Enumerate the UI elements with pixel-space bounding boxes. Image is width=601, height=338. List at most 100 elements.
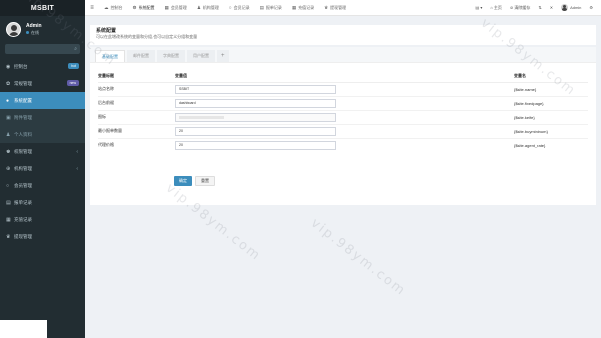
sidebar-item-members[interactable]: ○ 会员管理: [0, 177, 85, 194]
cloud-icon: ☁: [104, 4, 109, 10]
home-link[interactable]: ⌂ 主页: [486, 5, 506, 11]
add-tab-button[interactable]: +: [217, 50, 229, 62]
content-header: 系统配置 可以在此增改系统的变量和分组,也可以自定义分组和变量: [90, 25, 596, 45]
tab-label: 会员记录: [233, 4, 250, 10]
table-icon: ▦: [164, 4, 169, 10]
row-var-name: {$site.name}: [512, 81, 588, 96]
reset-button[interactable]: 重置: [195, 176, 215, 186]
chevron-left-icon: ‹: [76, 165, 78, 172]
tab-member-records[interactable]: ○ 会员记录: [224, 0, 255, 16]
sidebar-item-system-config[interactable]: ● 系统配置: [0, 92, 85, 109]
user-status: 在线: [26, 30, 42, 36]
gear-icon[interactable]: ⚙: [585, 5, 597, 10]
file-icon: ▣: [6, 114, 11, 121]
sidebar-item-organizations[interactable]: ⊕ 机构管理 ‹: [0, 160, 85, 177]
sidebar-search-input[interactable]: ⌕: [5, 44, 80, 54]
tab-label: 会员管理: [170, 4, 187, 10]
sidebar-item-label: 个人资料: [14, 131, 32, 137]
sidebar-item-general[interactable]: ✿ 常规管理 new: [0, 75, 85, 92]
sidebar-item-profile[interactable]: ♟ 个人资料: [0, 126, 85, 143]
config-tabs: 基础配置 邮件配置 字典配置 用户配置 +: [90, 47, 596, 63]
agent-price-input[interactable]: 20: [175, 140, 336, 150]
admin-prefix-input[interactable]: dashboard: [175, 98, 336, 108]
icon-image-input[interactable]: [175, 112, 336, 122]
tab-member-management[interactable]: ▦ 会员管理: [160, 0, 192, 16]
row-var-name: {$site.fixedpage}: [512, 95, 588, 110]
tabs-dropdown-button[interactable]: ▤ ▾: [471, 5, 486, 10]
sidebar-item-orders[interactable]: ▤ 报单记录: [0, 194, 85, 211]
sidebar-item-attachments[interactable]: ▣ 附件管理: [0, 109, 85, 126]
cogs-icon: ✿: [6, 80, 11, 87]
tab-order-records[interactable]: ▤ 报单记录: [255, 0, 287, 16]
dashboard-icon: ◉: [6, 63, 11, 70]
new-badge: new: [66, 80, 79, 86]
tab-dashboard[interactable]: ☁ 控制台: [99, 0, 128, 16]
user-icon: ♟: [196, 4, 201, 10]
tab-basic-config[interactable]: 基础配置: [95, 50, 125, 62]
group-icon: ♚: [6, 148, 11, 155]
sidebar-toggle-button[interactable]: ≡: [85, 5, 99, 11]
sidebar-item-label: 提现管理: [14, 233, 32, 239]
tab-recharge-records[interactable]: ▦ 充值记录: [287, 0, 319, 16]
user-menu[interactable]: Admin: [557, 4, 585, 11]
tab-system-config[interactable]: ⚙ 系统配置: [128, 0, 160, 16]
sidebar-item-label: 控制台: [14, 63, 28, 69]
money-icon: ▦: [291, 4, 297, 10]
avatar: [6, 21, 21, 37]
confirm-button[interactable]: 确定: [174, 176, 192, 186]
circle-icon: ⊕: [6, 165, 11, 172]
tab-label: 控制台: [110, 4, 123, 10]
user-icon: ♟: [6, 131, 11, 138]
sidebar-item-label: 常规管理: [14, 80, 32, 86]
sidebar-item-dashboard[interactable]: ◉ 控制台 hot: [0, 58, 85, 75]
translate-icon[interactable]: ⇅: [534, 5, 545, 10]
tab-user-config[interactable]: 用户配置: [187, 50, 215, 62]
search-icon[interactable]: ⌕: [74, 46, 77, 52]
sidebar-item-permissions[interactable]: ♚ 权限管理 ‹: [0, 143, 85, 160]
users-icon: ♛: [6, 233, 11, 240]
admin-name: Admin: [570, 5, 582, 10]
table-row: 最小报单数量 20 {$site.buymininum}: [98, 123, 588, 138]
brand-logo[interactable]: MSBIT: [0, 0, 85, 16]
min-order-input[interactable]: 20: [175, 126, 336, 136]
money-icon: ▦: [6, 216, 11, 223]
list-icon: ▤: [6, 199, 11, 206]
fullscreen-icon[interactable]: ✕: [546, 5, 557, 10]
row-title: 代理价格: [98, 137, 175, 152]
sidebar-item-label: 报单记录: [14, 199, 32, 205]
cog-icon: ●: [6, 97, 10, 104]
user-name: Admin: [26, 22, 42, 29]
tab-label: 系统配置: [138, 4, 155, 10]
users-icon: ♛: [324, 4, 329, 10]
row-title: 站点名称: [98, 81, 175, 96]
site-name-input[interactable]: SSBIT: [175, 84, 336, 94]
column-header: 变量名: [512, 71, 588, 83]
sidebar-item-label: 充值记录: [14, 216, 32, 222]
clear-cache-button[interactable]: ⊘ 清除缓存: [506, 5, 534, 11]
row-title: 后台前缀: [98, 95, 175, 110]
tab-label: 提现管理: [330, 4, 347, 10]
hot-badge: hot: [68, 63, 79, 69]
table-row: 后台前缀 dashboard {$site.fixedpage}: [98, 95, 588, 110]
cog-icon: ⚙: [132, 4, 137, 10]
chevron-left-icon: ‹: [76, 148, 78, 155]
sidebar-footer: [0, 320, 47, 338]
user-panel: Admin 在线: [0, 16, 85, 42]
sidebar-item-withdraw[interactable]: ♛ 提现管理: [0, 228, 85, 245]
config-table: 变量标题 变量值 变量名 站点名称 SSBIT {$site.name} 后台前…: [98, 71, 588, 152]
sidebar-item-recharge[interactable]: ▦ 充值记录: [0, 211, 85, 228]
image-placeholder: [179, 115, 224, 119]
table-row: 站点名称 SSBIT {$site.name}: [98, 81, 588, 96]
row-title: 最小报单数量: [98, 123, 175, 138]
row-var-name: {$site.buymininum}: [512, 123, 588, 138]
list-icon: ▤: [259, 4, 264, 10]
tab-org-management[interactable]: ♟ 机构管理: [192, 0, 224, 16]
sidebar-item-label: 附件管理: [14, 114, 32, 120]
circle-o-icon: ○: [6, 182, 10, 189]
circle-o-icon: ○: [228, 5, 232, 10]
column-header: 变量值: [175, 71, 512, 83]
tab-email-config[interactable]: 邮件配置: [127, 50, 155, 62]
sidebar-item-label: 权限管理: [14, 148, 32, 154]
tab-dict-config[interactable]: 字典配置: [157, 50, 185, 62]
tab-withdraw[interactable]: ♛ 提现管理: [319, 0, 351, 16]
